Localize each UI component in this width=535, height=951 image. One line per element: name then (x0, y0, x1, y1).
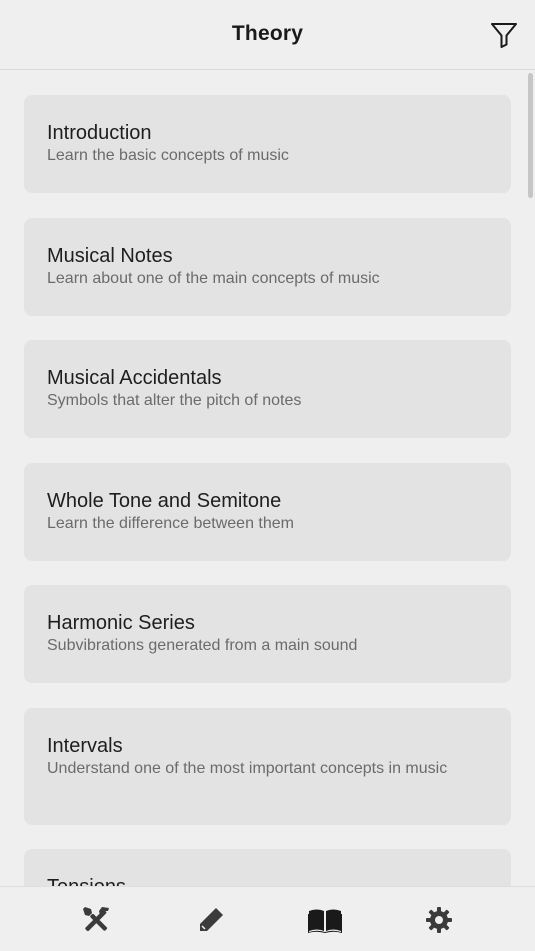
gear-icon (426, 907, 452, 933)
topic-subtitle: Learn the basic concepts of music (47, 147, 289, 164)
topic-subtitle: Understand one of the most important con… (47, 760, 448, 777)
filter-button[interactable] (489, 20, 519, 50)
topic-subtitle: Symbols that alter the pitch of notes (47, 392, 302, 409)
topic-card-musical-accidentals[interactable]: Musical Accidentals Symbols that alter t… (24, 340, 511, 438)
pencil-icon (200, 908, 223, 931)
topic-title: Introduction (47, 122, 152, 144)
topic-subtitle: Learn about one of the main concepts of … (47, 270, 380, 287)
topic-card-musical-notes[interactable]: Musical Notes Learn about one of the mai… (24, 218, 511, 316)
topic-title: Intervals (47, 735, 123, 757)
tools-icon (83, 907, 109, 932)
topic-card-intervals[interactable]: Intervals Understand one of the most imp… (24, 708, 511, 825)
tab-pencil[interactable] (196, 905, 226, 935)
topic-card-whole-tone-semitone[interactable]: Whole Tone and Semitone Learn the differ… (24, 463, 511, 561)
topic-title: Tensions (47, 875, 488, 886)
filter-icon (491, 23, 517, 48)
book-icon (308, 909, 342, 933)
app-window: Theory Introduction Learn the basic conc… (0, 0, 535, 951)
topic-list[interactable]: Introduction Learn the basic concepts of… (0, 71, 535, 886)
topic-card-tensions[interactable]: Tensions (24, 849, 511, 886)
topic-title: Whole Tone and Semitone (47, 490, 282, 512)
topic-subtitle: Learn the difference between them (47, 515, 294, 532)
topic-subtitle: Subvibrations generated from a main soun… (47, 637, 358, 654)
topic-card-introduction[interactable]: Introduction Learn the basic concepts of… (24, 95, 511, 193)
tab-settings[interactable] (424, 905, 454, 935)
topic-title: Musical Accidentals (47, 367, 222, 389)
bottom-tab-bar (0, 886, 535, 951)
topic-title: Harmonic Series (47, 612, 195, 634)
scrollbar[interactable] (528, 73, 533, 198)
tab-book[interactable] (307, 905, 343, 935)
topic-title: Musical Notes (47, 245, 173, 267)
topic-card-harmonic-series[interactable]: Harmonic Series Subvibrations generated … (24, 585, 511, 683)
tab-tools[interactable] (81, 905, 111, 935)
page-title: Theory (231, 22, 304, 45)
header-bar: Theory (0, 0, 535, 70)
